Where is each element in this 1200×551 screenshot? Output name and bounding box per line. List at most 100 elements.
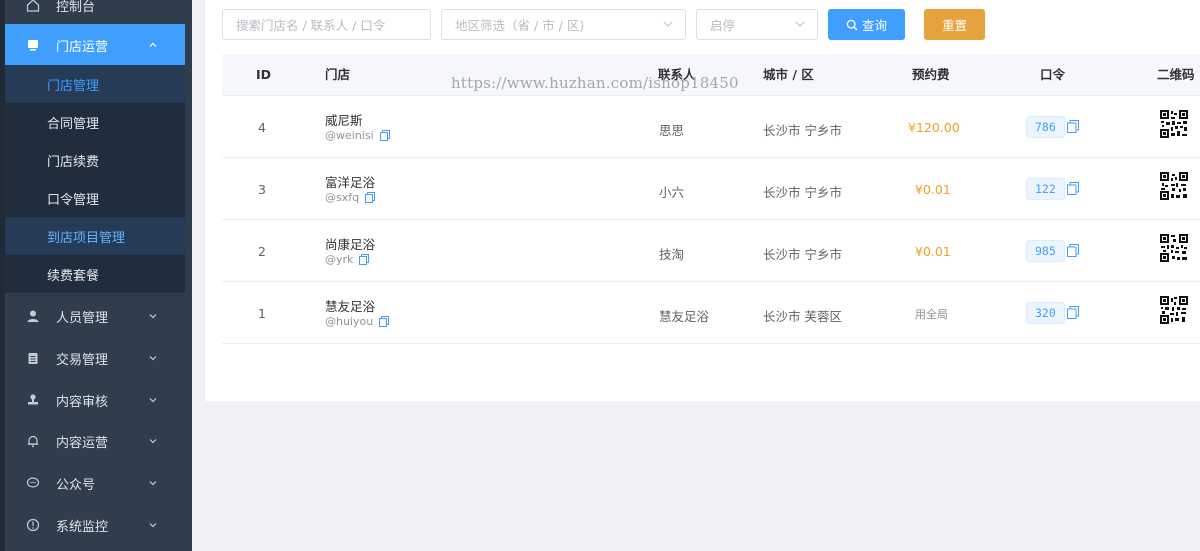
info-icon	[25, 517, 41, 533]
table-row: 4 威尼斯 @weinisi 思思 长沙市 宁乡市 ¥120.00 786	[222, 96, 1200, 158]
store-icon	[25, 37, 41, 53]
region-select[interactable]: 地区筛选（省 / 市 / 区)	[441, 9, 686, 40]
table-row: 3 富洋足浴 @sxfq 小六 长沙市 宁乡市 ¥0.01 122	[222, 158, 1200, 220]
store-name: 慧友足浴	[325, 299, 376, 314]
row-id: 2	[258, 244, 266, 259]
sidebar-item-store-ops[interactable]: 门店运营	[5, 24, 185, 66]
submenu-item-renewal-packages[interactable]: 续费套餐	[5, 255, 185, 293]
submenu-item-label: 续费套餐	[47, 268, 100, 284]
sidebar-item-label: 门店运营	[56, 39, 109, 55]
region-placeholder: 地区筛选（省 / 市 / 区)	[455, 18, 585, 33]
sidebar-item-label: 内容审核	[56, 394, 109, 410]
qr-code-icon[interactable]	[1160, 172, 1188, 200]
copy-icon[interactable]	[1067, 120, 1079, 133]
store-name: 威尼斯	[325, 113, 363, 128]
chevron-down-icon	[145, 475, 161, 491]
row-contact: 思思	[659, 123, 685, 138]
submenu-item-store-renewal[interactable]: 门店续费	[5, 141, 185, 179]
copy-icon[interactable]	[379, 316, 390, 327]
sidebar-item-label: 系统监控	[56, 519, 109, 535]
search-placeholder: 搜索门店名 / 联系人 / 口令	[236, 18, 386, 33]
row-fee: ¥120.00	[908, 120, 960, 135]
sidebar-item-dashboard[interactable]: 控制台	[5, 0, 185, 26]
pin-tag: 985	[1026, 240, 1065, 262]
store-handle: @weinisi	[325, 129, 390, 142]
qr-code-icon[interactable]	[1160, 234, 1188, 262]
search-icon	[846, 19, 858, 31]
store-handle: @sxfq	[325, 191, 376, 204]
reset-label: 重置	[941, 18, 967, 33]
header-pin: 口令	[1040, 67, 1066, 82]
stamp-icon	[25, 392, 41, 408]
bell-icon	[25, 433, 41, 449]
chevron-down-icon	[145, 517, 161, 533]
submenu-item-contract-management[interactable]: 合同管理	[5, 103, 185, 141]
store-name: 尚康足浴	[325, 237, 376, 252]
header-store: 门店	[325, 67, 351, 82]
row-id: 1	[258, 306, 266, 321]
sidebar: 控制台 门店运营 门店管理 合同管理 门店续费 口令管理 到店项目管理 续费套餐…	[0, 0, 192, 551]
store-handle-text: @yrk	[325, 253, 354, 266]
query-label: 查询	[861, 18, 887, 33]
chevron-down-icon	[145, 392, 161, 408]
copy-icon[interactable]	[379, 130, 390, 141]
row-fee: 用全局	[915, 308, 948, 321]
submenu-item-pin-management[interactable]: 口令管理	[5, 179, 185, 217]
chat-icon	[25, 475, 41, 491]
sidebar-item-content-review[interactable]: 内容审核	[5, 379, 185, 421]
clipboard-icon	[25, 350, 41, 366]
reset-button[interactable]: 重置	[924, 9, 985, 40]
status-placeholder: 启停	[710, 18, 736, 33]
header-city: 城市 / 区	[763, 67, 814, 82]
sidebar-item-label: 控制台	[56, 0, 96, 15]
sidebar-item-content-ops[interactable]: 内容运营	[5, 420, 185, 462]
copy-icon[interactable]	[359, 254, 370, 265]
row-contact: 技淘	[659, 247, 685, 262]
header-fee: 预约费	[912, 67, 950, 82]
row-id: 3	[258, 182, 266, 197]
chevron-down-icon	[793, 17, 807, 31]
row-contact: 小六	[659, 185, 685, 200]
submenu-item-label: 门店管理	[47, 78, 100, 94]
submenu-item-store-management[interactable]: 门店管理	[5, 65, 185, 103]
copy-icon[interactable]	[1067, 244, 1079, 257]
sidebar-item-official-account[interactable]: 公众号	[5, 462, 185, 504]
copy-icon[interactable]	[1067, 182, 1079, 195]
submenu-item-in-store-projects[interactable]: 到店项目管理	[5, 217, 185, 255]
qr-code-icon[interactable]	[1160, 296, 1188, 324]
query-button[interactable]: 查询	[828, 9, 905, 40]
sidebar-item-label: 内容运营	[56, 435, 109, 451]
row-city: 长沙市 宁乡市	[763, 123, 842, 138]
submenu-item-label: 合同管理	[47, 116, 100, 132]
header-qr: 二维码	[1157, 67, 1195, 82]
row-city: 长沙市 宁乡市	[763, 247, 842, 262]
row-id: 4	[258, 120, 266, 135]
status-select[interactable]: 启停	[696, 9, 818, 40]
row-contact: 慧友足浴	[659, 309, 710, 324]
row-city: 长沙市 芙蓉区	[763, 309, 842, 324]
copy-icon[interactable]	[1067, 306, 1079, 319]
submenu-item-label: 门店续费	[47, 154, 100, 170]
store-handle-text: @huiyou	[325, 315, 374, 328]
sidebar-item-transactions[interactable]: 交易管理	[5, 337, 185, 379]
chevron-down-icon	[145, 433, 161, 449]
search-input[interactable]: 搜索门店名 / 联系人 / 口令	[222, 9, 431, 40]
row-fee: ¥0.01	[915, 182, 951, 197]
submenu-item-label: 口令管理	[47, 192, 100, 208]
chevron-down-icon	[145, 350, 161, 366]
sidebar-item-staff[interactable]: 人员管理	[5, 295, 185, 337]
qr-code-icon[interactable]	[1160, 110, 1188, 138]
sidebar-item-system-monitor[interactable]: 系统监控	[5, 504, 185, 546]
home-icon	[25, 0, 41, 13]
submenu-item-label: 到店项目管理	[47, 230, 126, 246]
store-name: 富洋足浴	[325, 175, 376, 190]
copy-icon[interactable]	[365, 192, 376, 203]
store-handle-text: @weinisi	[325, 129, 374, 142]
store-handle-text: @sxfq	[325, 191, 360, 204]
row-city: 长沙市 宁乡市	[763, 185, 842, 200]
chevron-up-icon	[145, 37, 161, 53]
pin-tag: 320	[1026, 302, 1065, 324]
header-id: ID	[256, 67, 272, 82]
sidebar-item-label: 交易管理	[56, 352, 109, 368]
chevron-down-icon	[145, 308, 161, 324]
